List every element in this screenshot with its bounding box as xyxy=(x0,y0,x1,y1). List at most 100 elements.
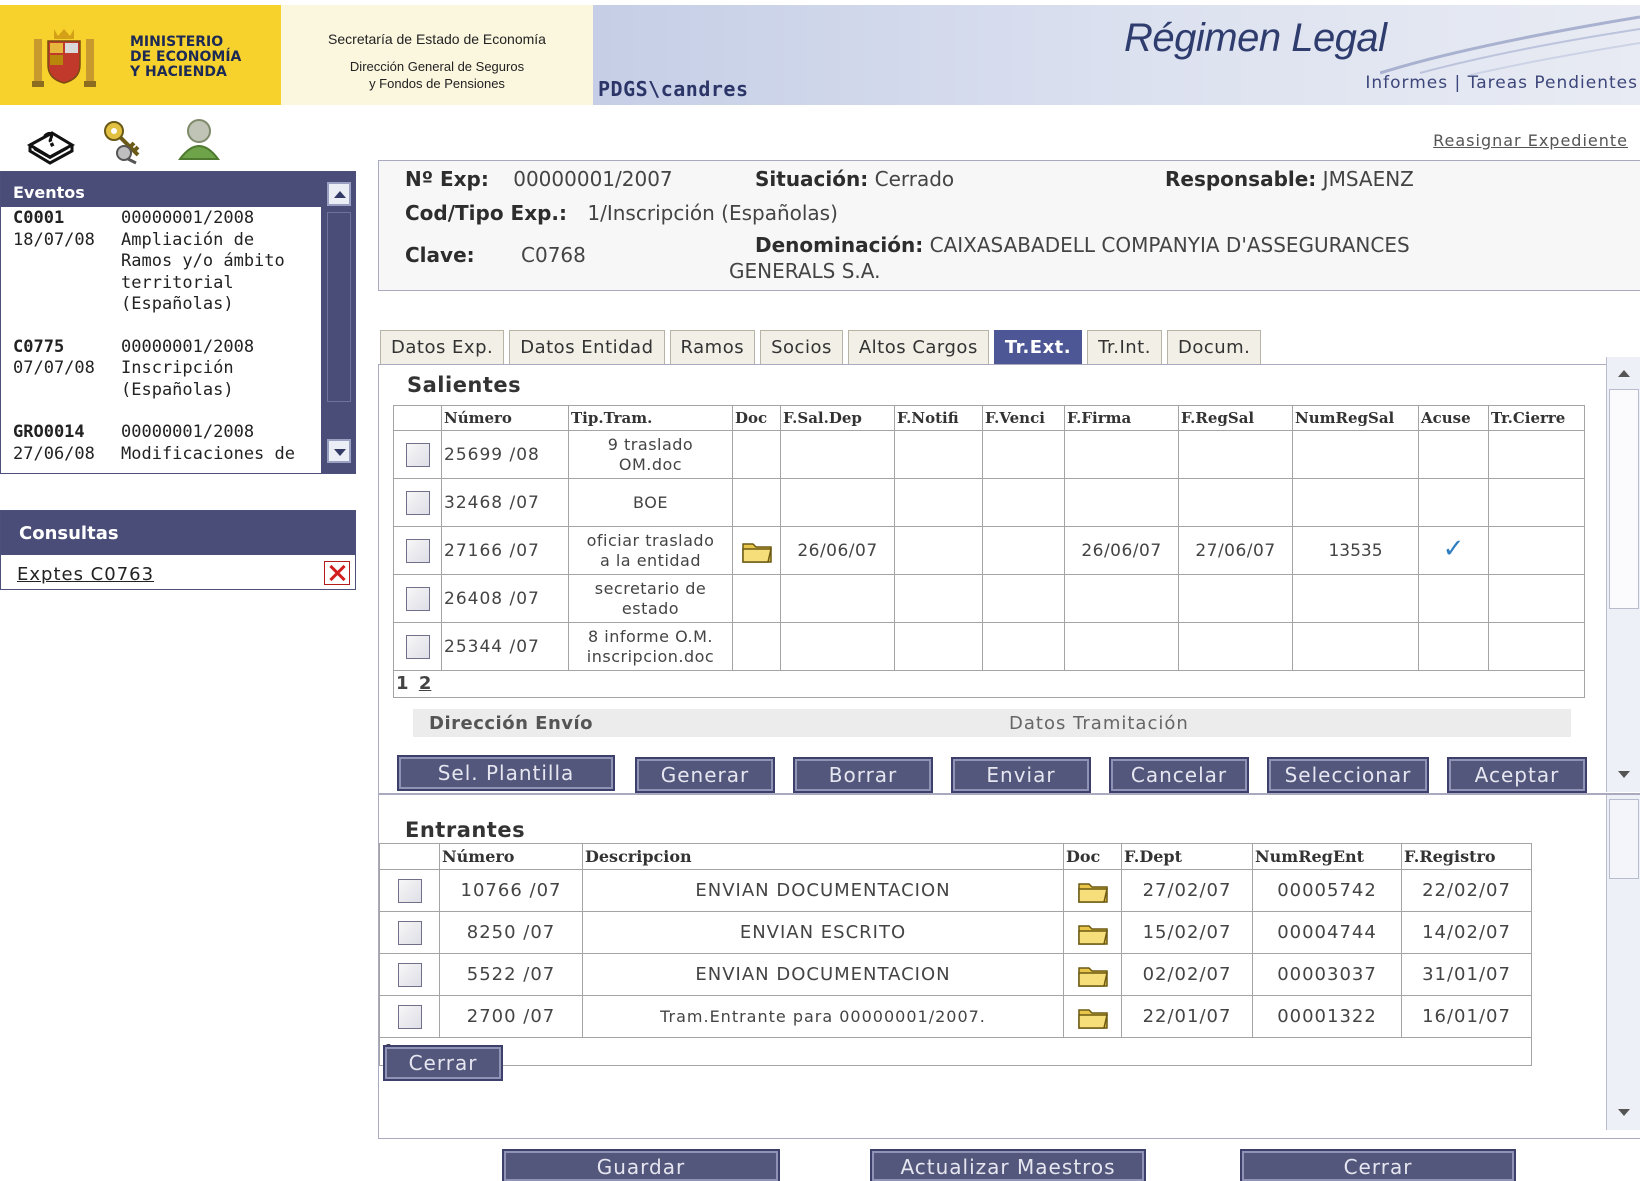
tab-altos-cargos[interactable]: Altos Cargos xyxy=(847,330,989,366)
entrantes-panel: Entrantes Número Descripcion Doc F.Dept … xyxy=(378,794,1640,1139)
seleccionar-button[interactable]: Seleccionar xyxy=(1267,757,1429,793)
generar-button[interactable]: Generar xyxy=(635,757,775,793)
column-header: Acuse xyxy=(1418,405,1489,431)
column-header: F.Venci xyxy=(982,405,1065,431)
table-row[interactable]: 25699 /08 9 traslado OM.doc xyxy=(393,430,1585,479)
f-regsal-cell xyxy=(1178,430,1293,479)
checkbox-column-header xyxy=(379,843,440,870)
row-checkbox[interactable] xyxy=(397,962,422,987)
table-row[interactable]: 32468 /07 BOE xyxy=(393,478,1585,527)
tab-datos-exp[interactable]: Datos Exp. xyxy=(380,330,505,366)
column-header: Tr.Cierre xyxy=(1488,405,1585,431)
folder-icon[interactable] xyxy=(1077,962,1109,988)
folder-icon[interactable] xyxy=(1077,920,1109,946)
tab-docum[interactable]: Docum. xyxy=(1166,330,1262,366)
tipo-value: 1/Inscripción (Españolas) xyxy=(587,201,838,225)
exp-number-value: 00000001/2007 xyxy=(513,167,673,191)
tab-bar: Datos Exp. Datos Entidad Ramos Socios Al… xyxy=(380,330,1266,366)
evento-exp: 00000001/2008 xyxy=(121,336,255,357)
table-row[interactable]: 25344 /07 8 informe O.M. inscripcion.doc xyxy=(393,622,1585,671)
tareas-pendientes-link[interactable]: Tareas Pendientes xyxy=(1468,73,1638,93)
eventos-scrollbar[interactable] xyxy=(321,172,355,473)
scroll-down-icon[interactable] xyxy=(1609,762,1639,788)
row-checkbox[interactable] xyxy=(405,442,430,467)
row-checkbox-cell xyxy=(393,622,442,671)
row-checkbox[interactable] xyxy=(397,920,422,945)
entrantes-scrollbar[interactable] xyxy=(1606,795,1640,1130)
page-current: 1 xyxy=(396,673,409,694)
scrollbar-thumb[interactable] xyxy=(1609,799,1639,879)
row-checkbox[interactable] xyxy=(405,490,430,515)
table-row[interactable]: 10766 /07 ENVIAN DOCUMENTACION 27/02/07 … xyxy=(379,869,1532,912)
actualizar-maestros-button[interactable]: Actualizar Maestros xyxy=(870,1149,1146,1181)
ministry-line: Y HACIENDA xyxy=(130,64,227,80)
secretaria-name: Secretaría de Estado de Economía xyxy=(328,31,546,47)
close-icon[interactable] xyxy=(324,561,350,585)
salientes-scrollbar[interactable] xyxy=(1606,357,1640,792)
informes-link[interactable]: Informes xyxy=(1365,73,1448,93)
link-separator: | xyxy=(1454,73,1462,93)
checkbox-column-header xyxy=(393,405,442,431)
f-firma-cell xyxy=(1064,622,1179,671)
tip-tram-cell: BOE xyxy=(568,478,733,527)
tab-datos-entidad[interactable]: Datos Entidad xyxy=(509,330,665,366)
current-user: PDGS\candres xyxy=(598,77,749,101)
user-icon[interactable] xyxy=(174,115,224,165)
folder-icon[interactable] xyxy=(741,538,773,564)
row-checkbox[interactable] xyxy=(405,586,430,611)
table-row[interactable]: 26408 /07 secretario de estado xyxy=(393,574,1585,623)
scroll-up-icon[interactable] xyxy=(327,182,351,206)
row-checkbox[interactable] xyxy=(405,634,430,659)
scrollbar-thumb[interactable] xyxy=(1609,389,1639,609)
keys-icon[interactable] xyxy=(98,115,148,165)
scroll-down-icon[interactable] xyxy=(327,439,351,463)
tab-socios[interactable]: Socios xyxy=(760,330,843,366)
table-row[interactable]: 5522 /07 ENVIAN DOCUMENTACION 02/02/07 0… xyxy=(379,953,1532,996)
folder-icon[interactable] xyxy=(1077,1004,1109,1030)
enviar-button[interactable]: Enviar xyxy=(951,757,1091,793)
table-row[interactable]: 2700 /07 Tram.Entrante para 00000001/200… xyxy=(379,995,1532,1038)
row-checkbox[interactable] xyxy=(405,538,430,563)
pagination: 1 xyxy=(379,1037,1532,1066)
evento-item[interactable]: C0001 00000001/2008 18/07/08 Ampliación … xyxy=(1,208,321,316)
row-checkbox[interactable] xyxy=(397,1004,422,1029)
column-header: F.Notifi xyxy=(894,405,983,431)
f-venci-cell xyxy=(982,622,1065,671)
sel-plantilla-button[interactable]: Sel. Plantilla xyxy=(397,755,615,791)
consulta-link[interactable]: Exptes C0763 xyxy=(17,564,154,585)
numero-cell: 25344 /07 xyxy=(441,622,569,671)
aceptar-button[interactable]: Aceptar xyxy=(1447,757,1587,793)
folder-icon[interactable] xyxy=(1077,878,1109,904)
doc-cell xyxy=(1063,869,1122,912)
column-header: NumRegSal xyxy=(1292,405,1419,431)
column-header: F.Firma xyxy=(1064,405,1179,431)
guardar-button[interactable]: Guardar xyxy=(502,1149,780,1181)
evento-item[interactable]: GRO0014 00000001/2008 27/06/08 Modificac… xyxy=(1,422,321,465)
table-row[interactable]: 27166 /07 oficiar traslado a la entidad 2… xyxy=(393,526,1585,575)
f-venci-cell xyxy=(982,574,1065,623)
salientes-panel: Salientes Número Tip.Tram. Doc F.Sal.Dep… xyxy=(378,357,1640,794)
responsable-label: Responsable: xyxy=(1165,167,1317,191)
entrantes-cerrar-button[interactable]: Cerrar xyxy=(383,1045,503,1081)
table-row[interactable]: 8250 /07 ENVIAN ESCRITO 15/02/07 0000474… xyxy=(379,911,1532,954)
denominacion-value: CAIXASABADELL COMPANYIA D'ASSEGURANCES xyxy=(929,233,1410,257)
acuse-cell: ✓ xyxy=(1418,526,1489,575)
tab-tr-ext[interactable]: Tr.Ext. xyxy=(993,330,1083,366)
tip-tram-cell: secretario de estado xyxy=(568,574,733,623)
tab-tr-int[interactable]: Tr.Int. xyxy=(1087,330,1162,366)
cancelar-button[interactable]: Cancelar xyxy=(1109,757,1249,793)
scroll-up-icon[interactable] xyxy=(1609,361,1639,387)
page-link[interactable]: 2 xyxy=(419,673,432,694)
evento-item[interactable]: C0775 00000001/2008 07/07/08 Inscripción… xyxy=(1,337,321,402)
tab-ramos[interactable]: Ramos xyxy=(669,330,756,366)
tip-tram-line: estado xyxy=(621,598,680,618)
scrollbar-thumb[interactable] xyxy=(327,212,351,402)
row-checkbox[interactable] xyxy=(397,878,422,903)
reasignar-expediente-link[interactable]: Reasignar Expediente xyxy=(1433,131,1628,150)
f-dept-cell: 27/02/07 xyxy=(1121,869,1253,912)
acuse-cell xyxy=(1418,574,1489,623)
cerrar-button[interactable]: Cerrar xyxy=(1240,1149,1516,1181)
borrar-button[interactable]: Borrar xyxy=(793,757,933,793)
scroll-down-icon[interactable] xyxy=(1609,1100,1639,1126)
help-book-icon[interactable]: ? xyxy=(26,115,76,165)
